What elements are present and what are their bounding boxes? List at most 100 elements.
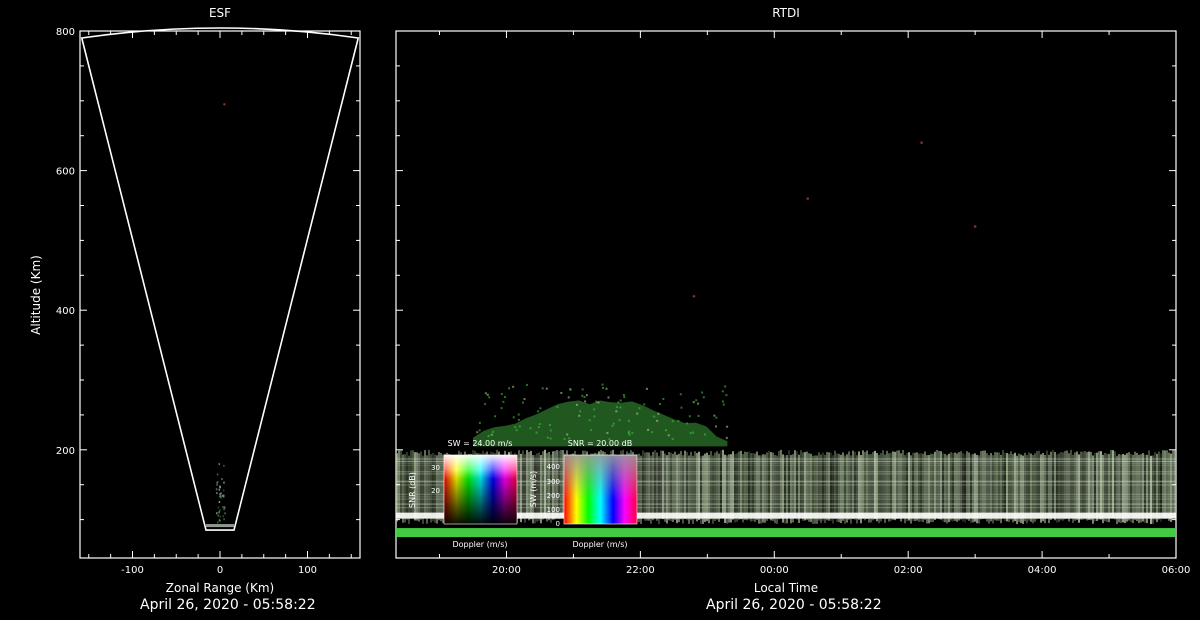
rtdi-echo-column xyxy=(1122,454,1124,523)
esf-echo-speck xyxy=(219,515,222,518)
esf-y-tick-label: 800 xyxy=(56,27,75,38)
rtdi-echo-column xyxy=(704,453,706,522)
rtdi-echo-column xyxy=(922,453,924,523)
rtdi-echo-column xyxy=(1170,453,1172,522)
rtdi-x-tick-label: 04:00 xyxy=(1028,565,1057,576)
rtdi-echo-column xyxy=(656,452,658,521)
rtdi-plume-speck xyxy=(490,433,493,436)
esf-echo-speck xyxy=(218,495,221,498)
rtdi-echo-column xyxy=(826,451,828,521)
rtdi-echo-column xyxy=(764,454,766,523)
rtdi-plume-speck xyxy=(721,390,724,393)
rtdi-echo-column xyxy=(958,452,960,521)
rtdi-echo-column xyxy=(718,453,720,522)
legend-1-y-label: SNR (dB) xyxy=(408,472,417,508)
rtdi-echo-column xyxy=(1130,453,1132,523)
rtdi-echo-column xyxy=(1166,450,1168,519)
rtdi-plume-speck xyxy=(651,431,654,434)
esf-echo-speck xyxy=(223,518,225,521)
rtdi-plume-speck xyxy=(518,425,521,428)
legend-2-gray-fade xyxy=(564,455,637,500)
esf-echo-speck xyxy=(223,506,226,509)
rtdi-plume-speck xyxy=(563,437,566,440)
esf-echo-speck xyxy=(218,488,221,491)
rtdi-plume-speck xyxy=(725,436,728,439)
rtdi-plume-speck xyxy=(685,422,688,425)
esf-y-tick-label: 400 xyxy=(56,306,75,317)
rtdi-plume-speck xyxy=(546,436,549,439)
rtdi-echo-column xyxy=(1060,452,1062,521)
rtdi-plume-speck xyxy=(601,386,604,389)
rtdi-plume-speck xyxy=(541,387,544,390)
rtdi-echo-column xyxy=(668,452,670,521)
rtdi-plume-speck xyxy=(478,429,481,432)
rtdi-plume-speck xyxy=(638,407,641,410)
rtdi-echo-column xyxy=(800,450,802,519)
rtdi-echo-column xyxy=(520,453,522,523)
rtdi-plume-speck xyxy=(722,403,725,406)
rtdi-echo-column xyxy=(1168,452,1170,521)
rtdi-plume-speck xyxy=(566,433,569,436)
rtdi-echo-column xyxy=(770,452,772,521)
esf-echo-speck xyxy=(216,492,218,495)
rtdi-echo-column xyxy=(1118,454,1120,523)
rtdi-plume-speck xyxy=(612,422,615,425)
rtdi-plume-speck xyxy=(645,387,648,390)
esf-echo-speck xyxy=(220,492,223,495)
esf-echo-speck xyxy=(222,489,225,492)
rtdi-plume-speck xyxy=(595,400,598,403)
rtdi-echo-column xyxy=(754,453,756,522)
rtdi-x-tick-label: 06:00 xyxy=(1162,565,1191,576)
rtdi-plume-speck xyxy=(500,392,503,395)
rtdi-plume-speck xyxy=(631,432,634,435)
esf-echo-speck xyxy=(222,515,225,518)
rtdi-plume-speck xyxy=(689,432,692,435)
rtdi-plume-speck xyxy=(560,391,563,394)
rtdi-plume-speck xyxy=(671,437,674,440)
legend-2-tick-300: 300 xyxy=(547,478,560,486)
rtdi-plume-speck xyxy=(697,402,700,405)
rtdi-echo-column xyxy=(1154,451,1156,521)
rtdi-plume-speck xyxy=(578,414,581,417)
rtdi-echo-column xyxy=(794,450,796,519)
rtdi-plume-speck xyxy=(512,385,515,388)
rtdi-plume-speck xyxy=(618,419,621,422)
rtdi-plume-speck xyxy=(486,393,489,396)
esf-x-tick-label: 100 xyxy=(298,565,317,576)
rtdi-plume-speck xyxy=(503,395,506,398)
rtdi-plume-speck xyxy=(500,407,503,410)
rtdi-plume-speck xyxy=(585,394,588,397)
rtdi-echo-column xyxy=(802,452,804,521)
rtdi-plume-speck xyxy=(593,408,596,411)
rtdi-sparse-echo xyxy=(806,197,810,200)
rtdi-plume-speck xyxy=(517,413,520,416)
rtdi-plume-speck xyxy=(478,421,481,424)
rtdi-plume-speck xyxy=(725,394,728,397)
rtdi-plume-speck xyxy=(724,385,727,388)
rtdi-plume-speck xyxy=(657,412,660,415)
rtdi-plume-speck xyxy=(548,424,551,427)
rtdi-echo-column xyxy=(1040,454,1042,523)
legend-2-x-label: Doppler (m/s) xyxy=(572,540,627,549)
legend-1-tick-30: 30 xyxy=(431,464,440,472)
esf-echo-speck xyxy=(224,512,226,515)
rtdi-plume-speck xyxy=(515,429,518,432)
rtdi-plume-speck xyxy=(494,415,497,418)
rtdi-echo-column xyxy=(538,452,540,521)
rtdi-sparse-echo xyxy=(692,294,696,298)
rtdi-plume-speck xyxy=(671,420,674,423)
rtdi-echo-column xyxy=(1062,452,1064,521)
rtdi-echo-column xyxy=(1128,452,1130,521)
rtdi-plume-speck xyxy=(601,383,604,386)
rtdi-plume-speck xyxy=(623,396,626,399)
rtdi-plume-speck xyxy=(628,430,631,433)
rtdi-plume-speck xyxy=(590,429,593,432)
rtdi-echo-column xyxy=(932,453,934,523)
rtdi-echo-column xyxy=(954,452,956,521)
esf-x-tick-label: 0 xyxy=(217,565,223,576)
rtdi-title: RTDI xyxy=(772,6,800,20)
rtdi-echo-column xyxy=(1078,454,1080,523)
rtdi-plume-speck xyxy=(611,424,614,427)
rtdi-plume-speck xyxy=(714,425,717,428)
rtdi-plume-speck xyxy=(537,410,540,413)
